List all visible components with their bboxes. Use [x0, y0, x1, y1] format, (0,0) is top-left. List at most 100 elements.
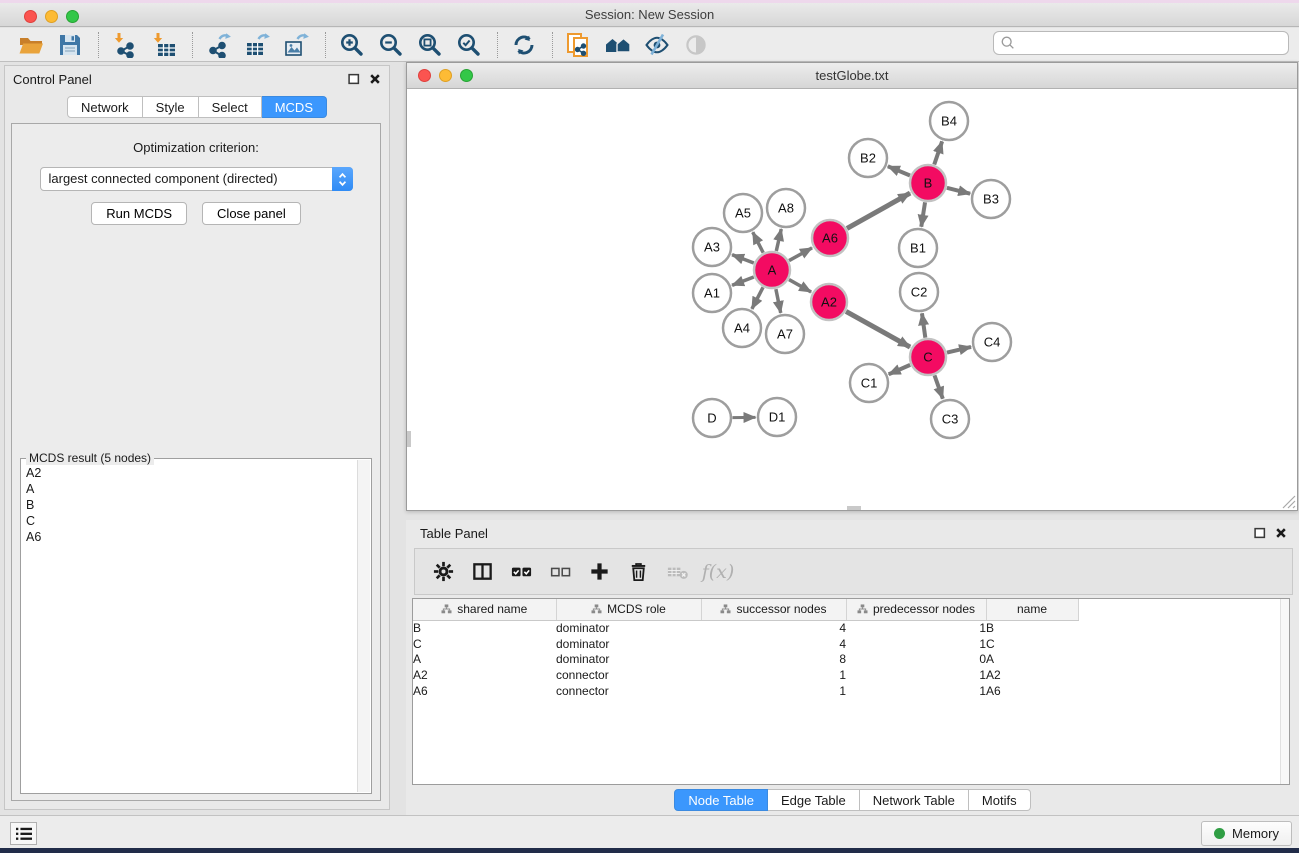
- home-button[interactable]: [603, 30, 633, 60]
- table-scrollbar[interactable]: [1280, 599, 1289, 784]
- graph-node-C4[interactable]: C4: [973, 323, 1011, 361]
- mcds-result-item[interactable]: A: [26, 481, 371, 497]
- run-mcds-button[interactable]: Run MCDS: [91, 202, 187, 225]
- graph-edge-A6-B[interactable]: [847, 193, 910, 228]
- column-header-predecessor-nodes[interactable]: predecessor nodes: [846, 599, 986, 620]
- graph-node-B4[interactable]: B4: [930, 102, 968, 140]
- table-cell[interactable]: A2: [413, 667, 556, 683]
- table-cell[interactable]: dominator: [556, 636, 701, 652]
- tab-network-table[interactable]: Network Table: [860, 789, 969, 811]
- vertical-scroll-thumb[interactable]: [407, 431, 411, 447]
- network-canvas[interactable]: B4B2BB3A8A5A6A3B1AA1C2A2A4A7C4CC1C3DD1: [407, 89, 1297, 510]
- table-cell[interactable]: A6: [986, 683, 1078, 699]
- graph-node-A8[interactable]: A8: [767, 189, 805, 227]
- import-network-button[interactable]: [110, 30, 140, 60]
- hide-panels-button[interactable]: [642, 30, 672, 60]
- horizontal-scroll-thumb[interactable]: [847, 506, 861, 510]
- graph-edge-B-B1[interactable]: [921, 202, 925, 226]
- mcds-result-item[interactable]: C: [26, 513, 371, 529]
- table-row[interactable]: A2connector11A2: [413, 667, 1078, 683]
- mcds-result-item[interactable]: A6: [26, 529, 371, 545]
- graph-edge-B-B2[interactable]: [888, 166, 910, 175]
- table-cell[interactable]: 4: [701, 620, 846, 636]
- import-table-button[interactable]: [149, 30, 179, 60]
- show-columns-button[interactable]: [464, 556, 500, 588]
- graph-edge-A-A8[interactable]: [776, 229, 781, 251]
- close-panel-icon[interactable]: [369, 73, 381, 85]
- search-field[interactable]: [993, 31, 1289, 55]
- table-cell[interactable]: 8: [701, 651, 846, 667]
- table-cell[interactable]: connector: [556, 667, 701, 683]
- graph-edge-A-A1[interactable]: [732, 277, 754, 285]
- network-graph[interactable]: B4B2BB3A8A5A6A3B1AA1C2A2A4A7C4CC1C3DD1: [407, 89, 1297, 510]
- unselect-all-button[interactable]: [542, 556, 578, 588]
- graph-node-D1[interactable]: D1: [758, 398, 796, 436]
- zoom-out-button[interactable]: [376, 30, 406, 60]
- graph-node-C[interactable]: C: [910, 339, 946, 375]
- column-header-shared-name[interactable]: shared name: [413, 599, 556, 620]
- column-header-name[interactable]: name: [986, 599, 1078, 620]
- tab-node-table[interactable]: Node Table: [674, 789, 768, 811]
- table-row[interactable]: Bdominator41B: [413, 620, 1078, 636]
- table-cell[interactable]: B: [986, 620, 1078, 636]
- table-cell[interactable]: 1: [846, 620, 986, 636]
- graph-edge-C-C4[interactable]: [947, 347, 971, 353]
- graph-edge-A-A7[interactable]: [776, 289, 781, 313]
- table-cell[interactable]: connector: [556, 683, 701, 699]
- delete-row-button[interactable]: [620, 556, 656, 588]
- graph-node-B[interactable]: B: [910, 165, 946, 201]
- table-cell[interactable]: C: [986, 636, 1078, 652]
- column-header-successor-nodes[interactable]: successor nodes: [701, 599, 846, 620]
- graph-edge-A2-C[interactable]: [846, 311, 910, 347]
- graph-node-A2[interactable]: A2: [811, 284, 847, 320]
- mcds-result-item[interactable]: A2: [26, 465, 371, 481]
- tab-style[interactable]: Style: [143, 96, 199, 118]
- close-table-panel-icon[interactable]: [1275, 527, 1287, 539]
- table-cell[interactable]: 1: [701, 667, 846, 683]
- settings-gear-button[interactable]: [425, 556, 461, 588]
- table-cell[interactable]: 0: [846, 651, 986, 667]
- column-header-MCDS-role[interactable]: MCDS role: [556, 599, 701, 620]
- graph-node-A5[interactable]: A5: [724, 194, 762, 232]
- graph-edge-A-A3[interactable]: [732, 255, 754, 263]
- tab-mcds[interactable]: MCDS: [262, 96, 327, 118]
- tab-network[interactable]: Network: [67, 96, 143, 118]
- export-image-button[interactable]: [282, 30, 312, 60]
- zoom-in-button[interactable]: [337, 30, 367, 60]
- table-row[interactable]: Adominator80A: [413, 651, 1078, 667]
- table-cell[interactable]: dominator: [556, 651, 701, 667]
- table-cell[interactable]: B: [413, 620, 556, 636]
- graph-node-C2[interactable]: C2: [900, 273, 938, 311]
- graph-edge-C-C1[interactable]: [889, 365, 910, 374]
- table-cell[interactable]: A: [986, 651, 1078, 667]
- table-row[interactable]: Cdominator41C: [413, 636, 1078, 652]
- table-cell[interactable]: A: [413, 651, 556, 667]
- graph-node-C3[interactable]: C3: [931, 400, 969, 438]
- graph-node-A7[interactable]: A7: [766, 315, 804, 353]
- graph-edge-B-B3[interactable]: [947, 188, 970, 194]
- graph-node-A6[interactable]: A6: [812, 220, 848, 256]
- table-cell[interactable]: A2: [986, 667, 1078, 683]
- graph-node-A1[interactable]: A1: [693, 274, 731, 312]
- memory-button[interactable]: Memory: [1201, 821, 1292, 846]
- export-network-button[interactable]: [204, 30, 234, 60]
- close-panel-button[interactable]: Close panel: [202, 202, 301, 225]
- graph-edge-C-C3[interactable]: [935, 375, 943, 398]
- graph-node-B3[interactable]: B3: [972, 180, 1010, 218]
- table-cell[interactable]: 1: [846, 636, 986, 652]
- table-cell[interactable]: 4: [701, 636, 846, 652]
- select-all-button[interactable]: [503, 556, 539, 588]
- graph-node-A4[interactable]: A4: [723, 309, 761, 347]
- open-session-button[interactable]: [16, 30, 46, 60]
- mcds-result-item[interactable]: B: [26, 497, 371, 513]
- graph-edge-B-B4[interactable]: [934, 141, 942, 164]
- graph-node-D[interactable]: D: [693, 399, 731, 437]
- table-cell[interactable]: 1: [846, 683, 986, 699]
- table-row[interactable]: A6connector11A6: [413, 683, 1078, 699]
- table-cell[interactable]: 1: [701, 683, 846, 699]
- graph-edge-C-C2[interactable]: [922, 313, 925, 337]
- zoom-fit-button[interactable]: [415, 30, 445, 60]
- result-scrollbar[interactable]: [357, 460, 370, 792]
- graph-edge-A-A5[interactable]: [753, 232, 763, 252]
- graph-node-A[interactable]: A: [754, 252, 790, 288]
